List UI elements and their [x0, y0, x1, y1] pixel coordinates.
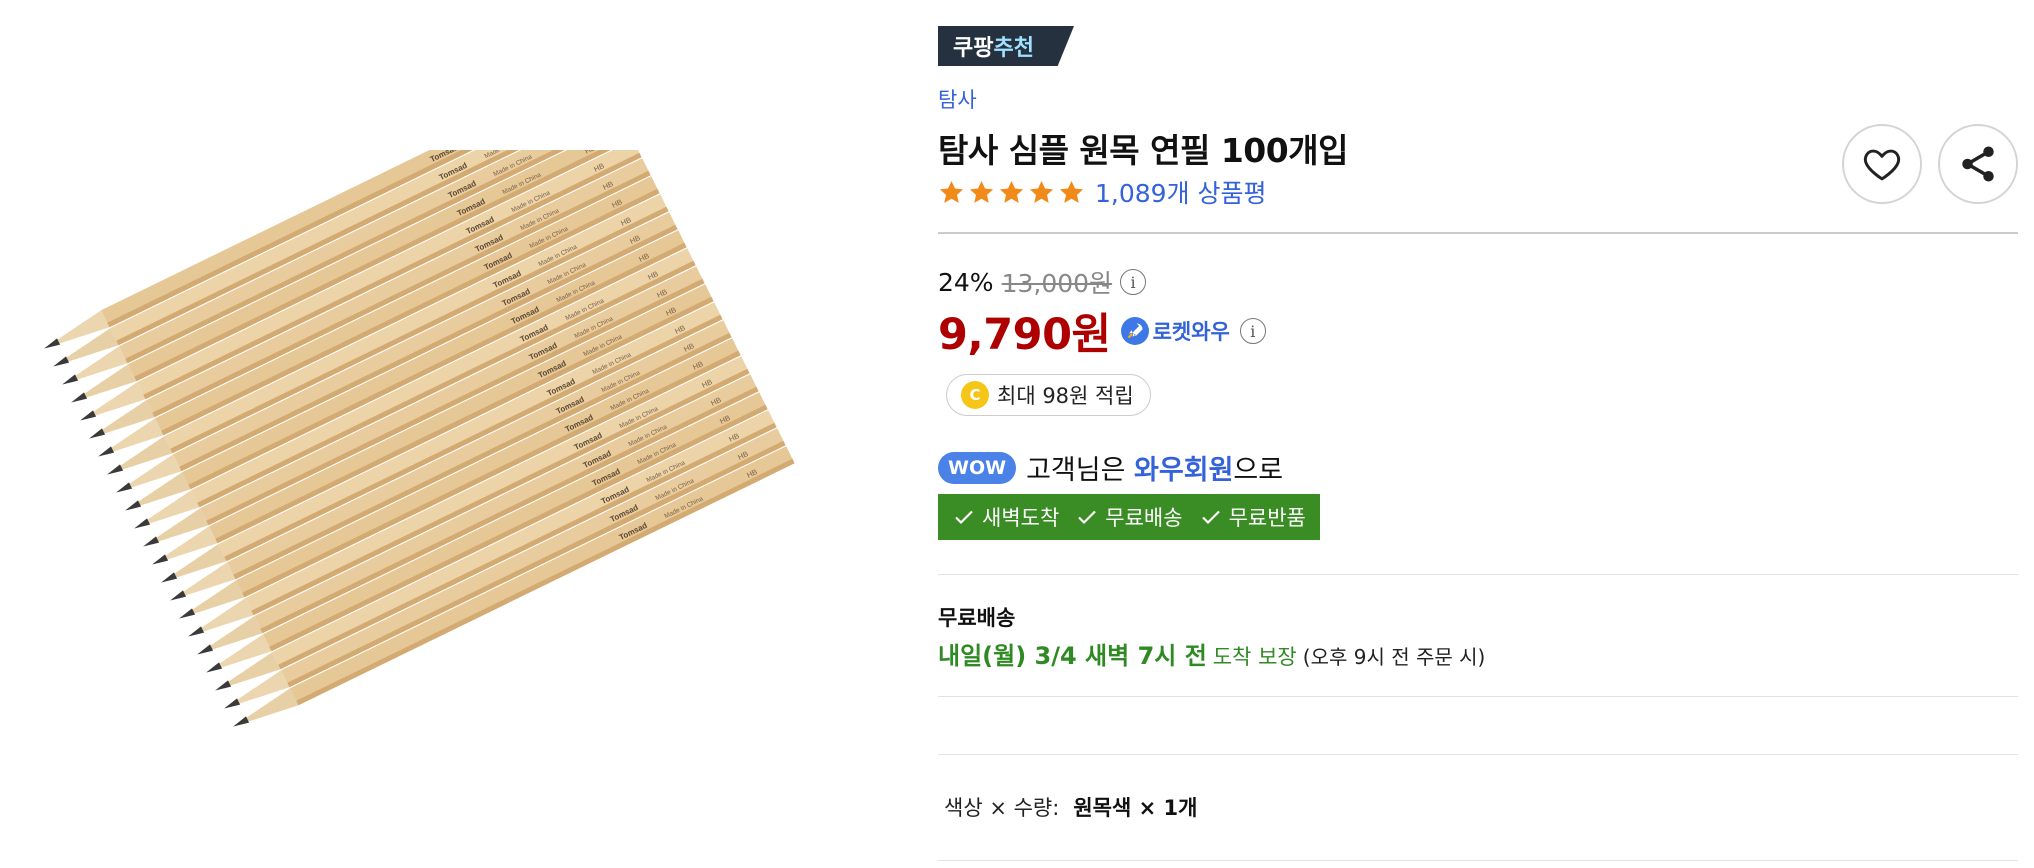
section-divider [938, 696, 2018, 697]
rating-row[interactable]: 1,089개 상품평 [938, 174, 1267, 210]
option-value: 원목색 × 1개 [1073, 796, 1198, 820]
arrival-estimate: 내일(월) 3/4 새벽 7시 전 도착 보장 (오후 9시 전 주문 시) [938, 636, 1485, 671]
cashback-text: 최대 98원 적립 [997, 384, 1134, 408]
cashback-pill[interactable]: C 최대 98원 적립 [946, 374, 1151, 416]
star-icon [969, 180, 994, 203]
wow-benefits-box: 새벽도착 무료배송 무료반품 [938, 494, 1320, 540]
rocket-wow-text: 로켓와우 [1152, 320, 1230, 344]
sale-price: 9,790원 [938, 310, 1111, 360]
benefit-free-return: 무료반품 [1199, 502, 1306, 532]
star-icon [999, 180, 1024, 203]
benefit-label: 새벽도착 [982, 506, 1060, 530]
benefit-dawn-delivery: 새벽도착 [952, 502, 1059, 532]
rocket-info-icon[interactable]: i [1239, 318, 1266, 344]
original-price: 13,000원 [1001, 269, 1113, 298]
wow-prefix: 고객님은 [1026, 455, 1126, 486]
wow-text: 고객님은 와우회원으로 [1026, 448, 1283, 487]
wow-highlight: 와우회원 [1134, 455, 1234, 486]
share-icon [1962, 146, 1994, 182]
star-icon [1059, 180, 1084, 203]
section-divider [938, 754, 2018, 755]
original-price-row: 24% 13,000원 i [938, 264, 1147, 300]
wow-member-row: WOW 고객님은 와우회원으로 [938, 448, 1283, 487]
coin-icon: C [961, 381, 989, 409]
sale-price-row: 9,790원 로켓와우 i [938, 300, 1266, 362]
option-label: 색상 × 수량: [944, 796, 1060, 820]
wishlist-button[interactable] [1842, 124, 1922, 204]
badge-label-part2: 추천 [993, 36, 1034, 61]
product-title: 탐사 심플 원목 연필 100개입 [938, 131, 1348, 170]
product-info-panel: 쿠팡 추천 탐사 탐사 심플 원목 연필 100개입 1,089개 상품평 24%… [938, 0, 2018, 868]
arrival-guarantee: 도착 보장 [1212, 645, 1297, 669]
share-button[interactable] [1938, 124, 2018, 204]
check-icon [1078, 510, 1097, 525]
section-divider [938, 574, 2018, 575]
benefit-label: 무료반품 [1228, 506, 1306, 530]
star-icon [939, 180, 964, 203]
arrival-date: 내일(월) 3/4 새벽 7시 전 [938, 642, 1207, 670]
benefit-label: 무료배송 [1105, 506, 1183, 530]
pencil-bundle-illustration: TomsadMade in ChinaHBTomsadMade in China… [44, 68, 795, 727]
shipping-title: 무료배송 [938, 606, 1016, 630]
wow-badge: WOW [938, 451, 1017, 484]
heart-icon [1863, 149, 1901, 181]
brand-link[interactable]: 탐사 [938, 84, 977, 114]
review-count-link[interactable]: 1,089개 상품평 [1095, 174, 1267, 210]
order-cutoff-note: (오후 9시 전 주문 시) [1302, 645, 1486, 669]
selected-option-row: 색상 × 수량: 원목색 × 1개 [944, 792, 1197, 822]
coupang-recommend-badge: 쿠팡 추천 [938, 26, 1074, 66]
rocket-wow-label: 로켓와우 [1120, 316, 1230, 346]
star-rating [938, 179, 1085, 206]
wow-suffix: 으로 [1233, 455, 1284, 486]
badge-label-part1: 쿠팡 [953, 36, 994, 61]
discount-rate: 24% [938, 267, 994, 297]
rocket-icon [1120, 317, 1149, 345]
section-divider [938, 860, 2018, 861]
star-icon [1029, 180, 1054, 203]
benefit-free-shipping: 무료배송 [1075, 502, 1183, 532]
price-info-icon[interactable]: i [1120, 269, 1147, 295]
check-icon [955, 510, 973, 525]
product-image[interactable]: TomsadMade in ChinaHBTomsadMade in China… [20, 68, 870, 790]
section-divider [938, 232, 2018, 234]
check-icon [1201, 510, 1220, 525]
